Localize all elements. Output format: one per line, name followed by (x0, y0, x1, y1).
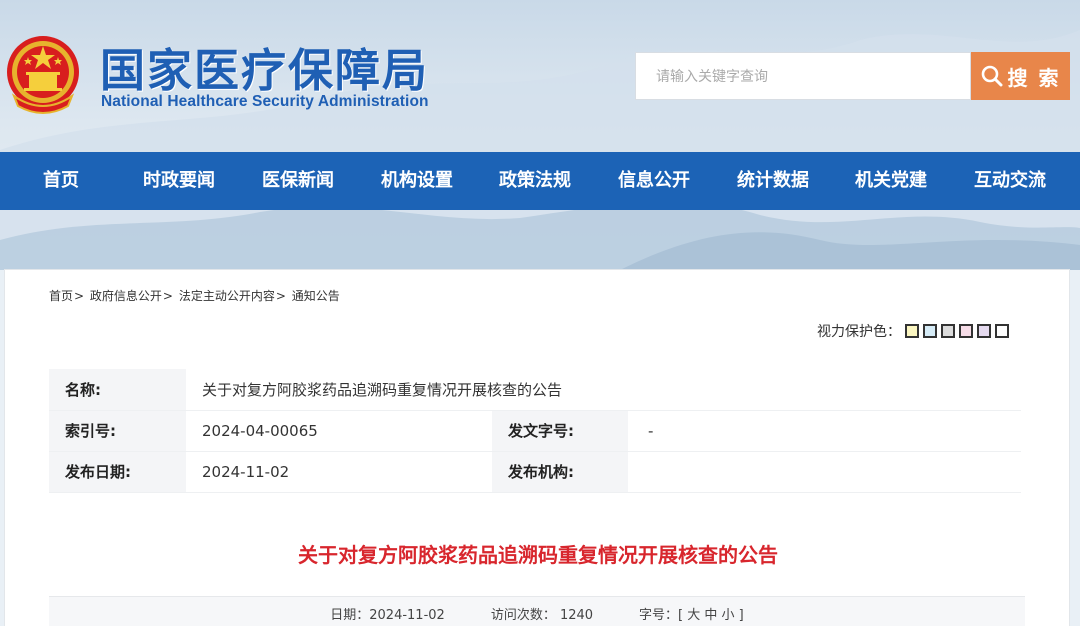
vision-label: 视力保护色： (817, 324, 901, 340)
nav-item-organization[interactable]: 机构设置 (381, 152, 453, 210)
site-logo-chinese[interactable]: 国家医疗保障局 (100, 34, 429, 99)
meta-label-index: 索引号: (49, 410, 186, 452)
content-card: 首页> 政府信息公开> 法定主动公开内容> 通知公告 视力保护色： 名称: 关于… (4, 269, 1070, 626)
article-visits: 访问次数： 1240 (490, 608, 594, 623)
nav-item-statistics[interactable]: 统计数据 (737, 152, 809, 210)
search-input[interactable]: 请输入关键字查询 (635, 52, 971, 100)
search-button[interactable]: 搜 索 (971, 52, 1070, 100)
swatch-white[interactable] (995, 324, 1009, 338)
search-button-label: 搜 索 (1007, 65, 1061, 90)
meta-label-org: 发布机构: (492, 451, 628, 493)
meta-row-index: 索引号: 2024-04-00065 发文字号: - (49, 410, 1021, 452)
meta-value-date: 2024-11-02 (186, 451, 492, 493)
swatch-purple[interactable] (977, 324, 991, 338)
national-emblem-icon[interactable] (4, 30, 82, 116)
meta-value-name: 关于对复方阿胶浆药品追溯码重复情况开展核查的公告 (186, 369, 1021, 411)
nav-item-information-disclosure[interactable]: 信息公开 (618, 152, 690, 210)
article-title: 关于对复方阿胶浆药品追溯码重复情况开展核查的公告 (298, 543, 778, 567)
article-info-bar: 日期：2024-11-02 访问次数： 1240 字号：[ 大 中 小 ] (49, 596, 1025, 626)
search-placeholder: 请输入关键字查询 (656, 69, 768, 85)
meta-value-index: 2024-04-00065 (186, 410, 492, 452)
document-meta-table: 名称: 关于对复方阿胶浆药品追溯码重复情况开展核查的公告 索引号: 2024-0… (49, 369, 1021, 493)
swatch-yellow[interactable] (905, 324, 919, 338)
site-header: 国家医疗保障局 National Healthcare Security Adm… (0, 0, 1080, 152)
nav-item-healthcare-news[interactable]: 医保新闻 (262, 152, 334, 210)
article-date: 日期：2024-11-02 (330, 608, 445, 623)
meta-label-name: 名称: (49, 369, 186, 411)
breadcrumb-gov-info[interactable]: 政府信息公开 (90, 289, 162, 303)
meta-value-doc-no: - (628, 410, 1021, 452)
swatch-gray[interactable] (941, 324, 955, 338)
nav-item-home[interactable]: 首页 (43, 152, 79, 210)
site-logo-english[interactable]: National Healthcare Security Administrat… (101, 93, 429, 111)
meta-label-date: 发布日期: (49, 451, 186, 493)
meta-row-date: 发布日期: 2024-11-02 发布机构: (49, 451, 1021, 493)
vision-protection-colors: 视力保护色： (817, 321, 1009, 341)
meta-value-org (628, 451, 1021, 493)
search-icon (981, 65, 1003, 87)
nav-item-policies[interactable]: 政策法规 (499, 152, 571, 210)
breadcrumb-home[interactable]: 首页 (49, 289, 73, 303)
meta-label-doc-no: 发文字号: (492, 410, 628, 452)
nav-item-politics-news[interactable]: 时政要闻 (143, 152, 215, 210)
font-size-switcher[interactable]: 字号：[ 大 中 小 ] (639, 604, 744, 623)
main-nav: 首页 时政要闻 医保新闻 机构设置 政策法规 信息公开 统计数据 机关党建 互动… (0, 152, 1080, 210)
nav-item-party-building[interactable]: 机关党建 (855, 152, 927, 210)
breadcrumb-statutory-content[interactable]: 法定主动公开内容 (179, 289, 275, 303)
swatch-blue[interactable] (923, 324, 937, 338)
nav-item-interaction[interactable]: 互动交流 (974, 152, 1046, 210)
breadcrumb: 首页> 政府信息公开> 法定主动公开内容> 通知公告 (49, 289, 340, 303)
swatch-pink[interactable] (959, 324, 973, 338)
meta-row-name: 名称: 关于对复方阿胶浆药品追溯码重复情况开展核查的公告 (49, 369, 1021, 411)
breadcrumb-notices[interactable]: 通知公告 (292, 289, 340, 303)
